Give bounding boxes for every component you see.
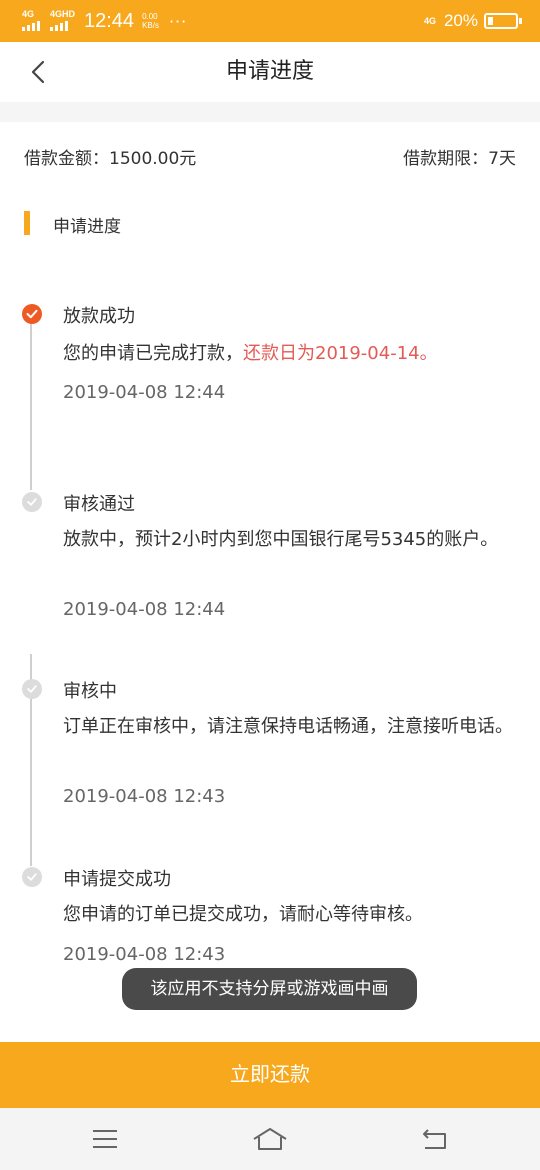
repay-now-button[interactable]: 立即还款 [0, 1042, 540, 1108]
speed-unit: KB/s [142, 21, 159, 30]
page-title: 申请进度 [225, 59, 314, 84]
loan-amount: 借款金额：1500.00元 [24, 149, 197, 169]
back-button[interactable] [22, 56, 54, 88]
back-arrow-icon [423, 1129, 446, 1149]
menu-icon [93, 1130, 117, 1148]
timeline-desc: 订单正在审核中，请注意保持电话畅通，注意接听电话。 [63, 716, 513, 737]
check-circle-icon [22, 867, 42, 887]
system-back-button[interactable] [416, 1124, 452, 1154]
signal-sim2-icon: 4GHD [50, 9, 76, 33]
loan-term: 借款期限：7天 [403, 149, 516, 169]
timeline-time: 2019-04-08 12:44 [63, 382, 226, 403]
status-time: 12:44 [84, 9, 135, 32]
status-bar: 4G 4GHD 12:44 0.00 KB/s ··· 4G 20% [0, 0, 540, 42]
timeline-item: 申请提交成功 您申请的订单已提交成功，请耐心等待审核。 2019-04-08 1… [0, 865, 540, 975]
nav-bar: 申请进度 [0, 42, 540, 102]
home-icon [253, 1128, 287, 1150]
timeline-time: 2019-04-08 12:43 [63, 786, 226, 807]
timeline-time: 2019-04-08 12:44 [63, 599, 226, 620]
checkmark-icon [27, 498, 37, 506]
toast-message: 该应用不支持分屏或游戏画中画 [122, 968, 417, 1010]
timeline-desc-text: 您的申请已完成打款， [63, 343, 243, 364]
check-circle-icon [22, 679, 42, 699]
home-button[interactable] [252, 1124, 288, 1154]
system-nav-bar [0, 1108, 540, 1170]
battery-icon [484, 13, 522, 29]
chevron-left-icon [31, 60, 45, 84]
repay-date-highlight: 还款日为2019-04-14。 [243, 343, 438, 364]
status-bar-right: 4G 20% [423, 8, 522, 34]
more-notifications-icon: ··· [168, 11, 188, 31]
section-title: 申请进度 [53, 217, 121, 237]
sim2-label: 4GHD [50, 9, 76, 19]
timeline-title: 审核中 [63, 681, 117, 702]
checkmark-icon [26, 309, 38, 319]
timeline-title: 审核通过 [63, 494, 135, 515]
timeline-desc: 放款中，预计2小时内到您中国银行尾号5345的账户。 [63, 529, 499, 550]
timeline-item: 审核中 订单正在审核中，请注意保持电话畅通，注意接听电话。 2019-04-08… [0, 677, 540, 817]
checkmark-icon [27, 873, 37, 881]
network-speed: 0.00 KB/s [142, 12, 159, 30]
section-header: 申请进度 [0, 206, 540, 240]
status-bar-left: 4G 4GHD 12:44 0.00 KB/s ··· [22, 8, 187, 34]
sim1-label: 4G [22, 9, 35, 19]
check-circle-icon [22, 304, 42, 324]
signal-sim1-icon: 4G [22, 9, 46, 33]
network-type: 4G [423, 16, 436, 26]
speed-value: 0.00 [142, 12, 158, 21]
timeline-item: 审核通过 放款中，预计2小时内到您中国银行尾号5345的账户。 2019-04-… [0, 490, 540, 630]
timeline-item: 放款成功 您的申请已完成打款，还款日为2019-04-14。 2019-04-0… [0, 300, 540, 420]
menu-button[interactable] [87, 1124, 123, 1154]
section-divider [0, 102, 540, 122]
timeline-title: 申请提交成功 [63, 869, 171, 890]
timeline-desc: 您申请的订单已提交成功，请耐心等待审核。 [63, 904, 423, 925]
battery-percent: 20% [443, 11, 478, 30]
section-accent-bar [24, 211, 30, 235]
checkmark-icon [27, 685, 37, 693]
timeline-time: 2019-04-08 12:43 [63, 944, 226, 965]
timeline-desc: 您的申请已完成打款，还款日为2019-04-14。 [63, 338, 518, 370]
loan-info-row: 借款金额：1500.00元 借款期限：7天 [0, 140, 540, 172]
battery-fill [488, 17, 493, 25]
timeline-title: 放款成功 [63, 306, 135, 327]
check-circle-icon [22, 492, 42, 512]
